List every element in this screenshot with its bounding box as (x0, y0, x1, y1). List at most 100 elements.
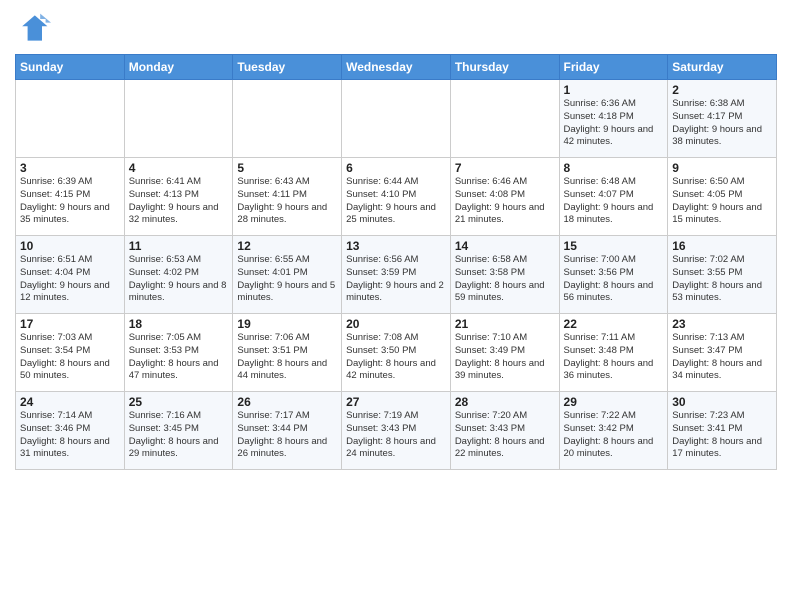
day-number: 5 (237, 161, 337, 175)
day-number: 25 (129, 395, 229, 409)
calendar-cell: 5Sunrise: 6:43 AM Sunset: 4:11 PM Daylig… (233, 158, 342, 236)
day-number: 27 (346, 395, 446, 409)
day-info: Sunrise: 6:43 AM Sunset: 4:11 PM Dayligh… (237, 176, 337, 227)
day-number: 13 (346, 239, 446, 253)
main-container: SundayMondayTuesdayWednesdayThursdayFrid… (0, 0, 792, 475)
day-info: Sunrise: 6:38 AM Sunset: 4:17 PM Dayligh… (672, 98, 772, 149)
day-number: 3 (20, 161, 120, 175)
day-number: 10 (20, 239, 120, 253)
day-header-tuesday: Tuesday (233, 55, 342, 80)
day-info: Sunrise: 7:14 AM Sunset: 3:46 PM Dayligh… (20, 410, 120, 461)
calendar-cell: 16Sunrise: 7:02 AM Sunset: 3:55 PM Dayli… (668, 236, 777, 314)
day-header-monday: Monday (124, 55, 233, 80)
logo (15, 10, 55, 46)
day-number: 29 (564, 395, 664, 409)
calendar-cell: 19Sunrise: 7:06 AM Sunset: 3:51 PM Dayli… (233, 314, 342, 392)
day-info: Sunrise: 6:58 AM Sunset: 3:58 PM Dayligh… (455, 254, 555, 305)
calendar-cell: 29Sunrise: 7:22 AM Sunset: 3:42 PM Dayli… (559, 392, 668, 470)
day-info: Sunrise: 6:36 AM Sunset: 4:18 PM Dayligh… (564, 98, 664, 149)
logo-icon (15, 10, 51, 46)
calendar-table: SundayMondayTuesdayWednesdayThursdayFrid… (15, 54, 777, 470)
day-number: 9 (672, 161, 772, 175)
calendar-header-row: SundayMondayTuesdayWednesdayThursdayFrid… (16, 55, 777, 80)
calendar-cell: 30Sunrise: 7:23 AM Sunset: 3:41 PM Dayli… (668, 392, 777, 470)
day-number: 16 (672, 239, 772, 253)
day-info: Sunrise: 7:02 AM Sunset: 3:55 PM Dayligh… (672, 254, 772, 305)
day-info: Sunrise: 7:03 AM Sunset: 3:54 PM Dayligh… (20, 332, 120, 383)
calendar-cell: 26Sunrise: 7:17 AM Sunset: 3:44 PM Dayli… (233, 392, 342, 470)
day-number: 6 (346, 161, 446, 175)
day-info: Sunrise: 6:51 AM Sunset: 4:04 PM Dayligh… (20, 254, 120, 305)
calendar-week-3: 17Sunrise: 7:03 AM Sunset: 3:54 PM Dayli… (16, 314, 777, 392)
day-number: 12 (237, 239, 337, 253)
day-number: 22 (564, 317, 664, 331)
day-info: Sunrise: 6:41 AM Sunset: 4:13 PM Dayligh… (129, 176, 229, 227)
day-number: 15 (564, 239, 664, 253)
calendar-cell: 14Sunrise: 6:58 AM Sunset: 3:58 PM Dayli… (450, 236, 559, 314)
day-number: 1 (564, 83, 664, 97)
day-info: Sunrise: 6:53 AM Sunset: 4:02 PM Dayligh… (129, 254, 229, 305)
calendar-cell: 27Sunrise: 7:19 AM Sunset: 3:43 PM Dayli… (342, 392, 451, 470)
day-header-thursday: Thursday (450, 55, 559, 80)
day-number: 11 (129, 239, 229, 253)
day-info: Sunrise: 7:08 AM Sunset: 3:50 PM Dayligh… (346, 332, 446, 383)
day-info: Sunrise: 7:00 AM Sunset: 3:56 PM Dayligh… (564, 254, 664, 305)
day-number: 17 (20, 317, 120, 331)
day-info: Sunrise: 6:46 AM Sunset: 4:08 PM Dayligh… (455, 176, 555, 227)
calendar-cell: 9Sunrise: 6:50 AM Sunset: 4:05 PM Daylig… (668, 158, 777, 236)
day-number: 28 (455, 395, 555, 409)
day-number: 30 (672, 395, 772, 409)
day-info: Sunrise: 7:17 AM Sunset: 3:44 PM Dayligh… (237, 410, 337, 461)
calendar-cell: 12Sunrise: 6:55 AM Sunset: 4:01 PM Dayli… (233, 236, 342, 314)
calendar-cell: 10Sunrise: 6:51 AM Sunset: 4:04 PM Dayli… (16, 236, 125, 314)
day-info: Sunrise: 7:20 AM Sunset: 3:43 PM Dayligh… (455, 410, 555, 461)
calendar-cell (450, 80, 559, 158)
page-header (15, 10, 777, 46)
day-info: Sunrise: 7:06 AM Sunset: 3:51 PM Dayligh… (237, 332, 337, 383)
day-info: Sunrise: 7:13 AM Sunset: 3:47 PM Dayligh… (672, 332, 772, 383)
day-info: Sunrise: 7:16 AM Sunset: 3:45 PM Dayligh… (129, 410, 229, 461)
day-number: 4 (129, 161, 229, 175)
day-number: 8 (564, 161, 664, 175)
day-info: Sunrise: 6:48 AM Sunset: 4:07 PM Dayligh… (564, 176, 664, 227)
day-number: 23 (672, 317, 772, 331)
calendar-cell: 21Sunrise: 7:10 AM Sunset: 3:49 PM Dayli… (450, 314, 559, 392)
day-info: Sunrise: 6:44 AM Sunset: 4:10 PM Dayligh… (346, 176, 446, 227)
calendar-cell: 3Sunrise: 6:39 AM Sunset: 4:15 PM Daylig… (16, 158, 125, 236)
day-info: Sunrise: 6:56 AM Sunset: 3:59 PM Dayligh… (346, 254, 446, 305)
calendar-cell: 25Sunrise: 7:16 AM Sunset: 3:45 PM Dayli… (124, 392, 233, 470)
day-number: 19 (237, 317, 337, 331)
calendar-cell: 22Sunrise: 7:11 AM Sunset: 3:48 PM Dayli… (559, 314, 668, 392)
day-number: 18 (129, 317, 229, 331)
day-info: Sunrise: 7:05 AM Sunset: 3:53 PM Dayligh… (129, 332, 229, 383)
day-info: Sunrise: 7:11 AM Sunset: 3:48 PM Dayligh… (564, 332, 664, 383)
day-info: Sunrise: 6:55 AM Sunset: 4:01 PM Dayligh… (237, 254, 337, 305)
calendar-cell: 28Sunrise: 7:20 AM Sunset: 3:43 PM Dayli… (450, 392, 559, 470)
calendar-cell: 6Sunrise: 6:44 AM Sunset: 4:10 PM Daylig… (342, 158, 451, 236)
day-number: 24 (20, 395, 120, 409)
day-info: Sunrise: 7:19 AM Sunset: 3:43 PM Dayligh… (346, 410, 446, 461)
calendar-cell (342, 80, 451, 158)
day-info: Sunrise: 6:39 AM Sunset: 4:15 PM Dayligh… (20, 176, 120, 227)
calendar-cell: 13Sunrise: 6:56 AM Sunset: 3:59 PM Dayli… (342, 236, 451, 314)
calendar-cell: 1Sunrise: 6:36 AM Sunset: 4:18 PM Daylig… (559, 80, 668, 158)
day-number: 2 (672, 83, 772, 97)
day-number: 14 (455, 239, 555, 253)
day-header-friday: Friday (559, 55, 668, 80)
calendar-cell: 8Sunrise: 6:48 AM Sunset: 4:07 PM Daylig… (559, 158, 668, 236)
day-header-saturday: Saturday (668, 55, 777, 80)
calendar-week-4: 24Sunrise: 7:14 AM Sunset: 3:46 PM Dayli… (16, 392, 777, 470)
calendar-cell: 20Sunrise: 7:08 AM Sunset: 3:50 PM Dayli… (342, 314, 451, 392)
calendar-cell: 11Sunrise: 6:53 AM Sunset: 4:02 PM Dayli… (124, 236, 233, 314)
calendar-week-1: 3Sunrise: 6:39 AM Sunset: 4:15 PM Daylig… (16, 158, 777, 236)
calendar-week-2: 10Sunrise: 6:51 AM Sunset: 4:04 PM Dayli… (16, 236, 777, 314)
calendar-cell: 23Sunrise: 7:13 AM Sunset: 3:47 PM Dayli… (668, 314, 777, 392)
calendar-cell: 17Sunrise: 7:03 AM Sunset: 3:54 PM Dayli… (16, 314, 125, 392)
day-header-wednesday: Wednesday (342, 55, 451, 80)
calendar-cell (16, 80, 125, 158)
day-number: 7 (455, 161, 555, 175)
calendar-week-0: 1Sunrise: 6:36 AM Sunset: 4:18 PM Daylig… (16, 80, 777, 158)
day-number: 20 (346, 317, 446, 331)
day-number: 26 (237, 395, 337, 409)
calendar-cell: 24Sunrise: 7:14 AM Sunset: 3:46 PM Dayli… (16, 392, 125, 470)
